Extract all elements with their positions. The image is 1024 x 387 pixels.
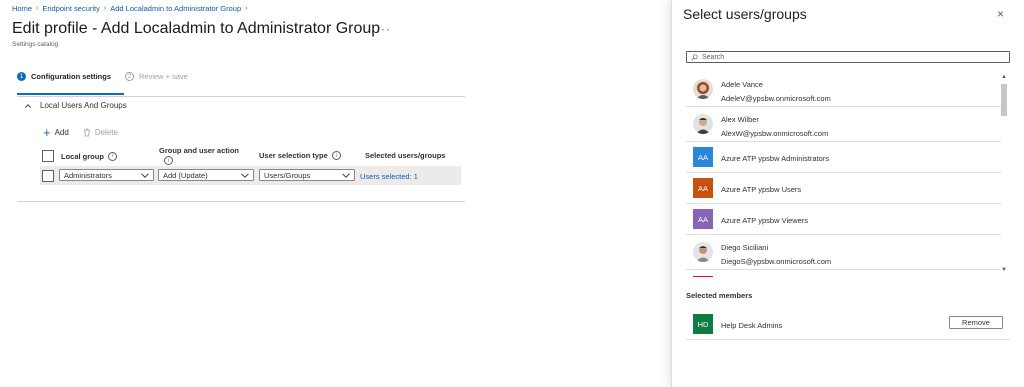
item-email: AlexW@ypsbw.onmicrosoft.com [721, 129, 829, 138]
item-email: AdeleV@ypsbw.onmicrosoft.com [721, 94, 831, 103]
header-local-group: Local group i [42, 150, 117, 162]
breadcrumb: Home › Endpoint security › Add Localadmi… [12, 4, 248, 13]
chevron-down-icon [342, 172, 350, 178]
group-avatar: AA [693, 147, 713, 167]
users-selected-link[interactable]: Users selected: 1 [360, 172, 418, 181]
command-bar: + Add Delete [43, 124, 118, 140]
chevron-right-icon: › [245, 5, 248, 12]
page-subtitle: Settings catalog [12, 41, 59, 48]
table-row[interactable]: Administrators Add (Update) Users/Groups… [40, 166, 461, 185]
step-label: Review + save [139, 72, 188, 81]
item-name: Alex Wilber [721, 115, 759, 124]
step-number: 2 [125, 72, 134, 81]
list-item[interactable] [686, 270, 1001, 277]
header-selected: Selected users/groups [365, 151, 445, 160]
users-list: Adele Vance AdeleV@ypsbw.onmicrosoft.com… [686, 71, 1011, 277]
step-configuration-settings[interactable]: 1 Configuration settings [17, 72, 111, 81]
step-label: Configuration settings [31, 72, 111, 81]
add-label: Add [54, 128, 69, 137]
search-input[interactable]: Search [686, 51, 1010, 63]
panel-title: Select users/groups [683, 6, 807, 22]
active-step-indicator [17, 93, 124, 95]
close-icon[interactable]: × [997, 7, 1004, 21]
search-icon [691, 53, 698, 61]
selected-members-title: Selected members [686, 291, 753, 300]
list-item[interactable]: AA Azure ATP ypsbw Viewers [686, 204, 1001, 235]
delete-label: Delete [94, 128, 118, 137]
item-name: Azure ATP ypsbw Users [721, 185, 802, 194]
item-name: Diego Siciliani [721, 243, 769, 252]
chevron-down-icon [141, 172, 149, 178]
search-placeholder: Search [702, 53, 725, 61]
header-label: Local group [61, 151, 104, 161]
scroll-down-icon[interactable]: ▼ [1001, 267, 1007, 273]
row-checkbox[interactable] [42, 170, 54, 182]
avatar [693, 242, 713, 262]
avatar [693, 79, 713, 99]
group-avatar: AA [693, 209, 713, 229]
header-selection-type: User selection type i [259, 151, 341, 160]
group-action-dropdown[interactable]: Add (Update) [158, 169, 254, 181]
item-name: Adele Vance [721, 80, 763, 89]
dropdown-value: Add (Update) [163, 170, 208, 180]
dropdown-value: Administrators [64, 170, 112, 180]
chevron-right-icon: › [36, 5, 39, 12]
header-label: User selection type [259, 151, 328, 160]
divider [17, 201, 465, 202]
chevron-right-icon: › [103, 5, 107, 12]
group-avatar: AA [693, 178, 713, 198]
group-avatar [693, 276, 713, 277]
select-users-panel: Select users/groups × Search Adele Vance… [671, 0, 1024, 387]
step-review-save[interactable]: 2 Review + save [125, 72, 188, 81]
dropdown-value: Users/Groups [264, 170, 311, 180]
page-title: Edit profile - Add Localadmin to Adminis… [12, 20, 381, 37]
breadcrumb-home[interactable]: Home [12, 4, 32, 13]
header-group-action: Group and user action i [159, 146, 239, 165]
breadcrumb-endpoint-security[interactable]: Endpoint security [42, 4, 100, 13]
info-icon[interactable]: i [331, 151, 341, 160]
item-name: Azure ATP ypsbw Viewers [721, 216, 809, 225]
list-item[interactable]: Diego Siciliani DiegoS@ypsbw.onmicrosoft… [686, 235, 1001, 270]
delete-button[interactable]: Delete [83, 128, 118, 137]
trash-icon [83, 128, 90, 137]
wizard-steps: 1 Configuration settings 2 Review + save [17, 72, 188, 81]
info-icon[interactable]: i [107, 151, 117, 161]
chevron-down-icon [241, 172, 249, 178]
person-photo [693, 114, 713, 134]
table-header: Local group i Group and user action i Us… [40, 146, 464, 167]
remove-button[interactable]: Remove [949, 316, 1003, 329]
item-email: DiegoS@ypsbw.onmicrosoft.com [721, 257, 832, 266]
section-toggle[interactable]: Local Users And Groups [24, 101, 127, 110]
scroll-thumb[interactable] [1001, 84, 1007, 116]
list-scrollbar[interactable]: ▲ ▼ [1000, 74, 1008, 277]
more-options-button[interactable]: ··· [376, 22, 391, 36]
header-label: Group and user action [159, 146, 240, 155]
section-title: Local Users And Groups [40, 101, 127, 110]
select-all-checkbox[interactable] [42, 150, 54, 162]
list-item[interactable]: AA Azure ATP ypsbw Users [686, 173, 1001, 204]
person-photo [693, 79, 713, 99]
scroll-up-icon[interactable]: ▲ [1001, 74, 1007, 80]
selected-member-name: Help Desk Admins [721, 321, 783, 330]
step-number: 1 [17, 72, 26, 81]
person-photo [693, 242, 713, 262]
item-name: Azure ATP ypsbw Administrators [721, 154, 830, 163]
avatar [693, 114, 713, 134]
breadcrumb-profile[interactable]: Add Localadmin to Administrator Group [110, 4, 241, 13]
local-group-dropdown[interactable]: Administrators [59, 169, 154, 181]
selection-type-dropdown[interactable]: Users/Groups [259, 169, 355, 181]
info-icon[interactable]: i [164, 156, 173, 165]
plus-icon: + [43, 124, 51, 140]
list-item[interactable]: Adele Vance AdeleV@ypsbw.onmicrosoft.com [686, 72, 1001, 107]
divider [17, 96, 465, 97]
chevron-up-icon [24, 103, 32, 108]
selected-member-item: HD Help Desk Admins Remove [686, 310, 1010, 340]
list-item[interactable]: AA Azure ATP ypsbw Administrators [686, 142, 1001, 173]
add-button[interactable]: + Add [43, 124, 69, 140]
group-avatar: HD [693, 314, 713, 334]
header-label: Selected users/groups [365, 151, 446, 160]
list-item[interactable]: Alex Wilber AlexW@ypsbw.onmicrosoft.com [686, 107, 1001, 142]
main-page: Home › Endpoint security › Add Localadmi… [0, 0, 640, 387]
